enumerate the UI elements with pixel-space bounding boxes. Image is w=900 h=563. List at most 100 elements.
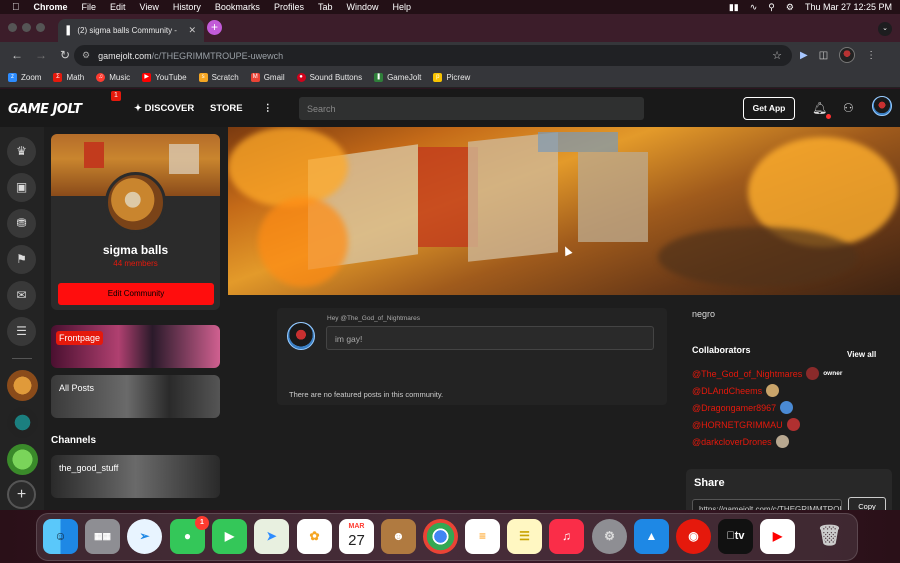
menu-edit[interactable]: Edit — [110, 2, 126, 12]
menubar-clock[interactable]: Thu Mar 27 12:25 PM — [805, 2, 892, 12]
chrome-icon[interactable] — [423, 519, 458, 554]
rail-community-3[interactable] — [7, 444, 38, 475]
collaborator-name[interactable]: @Dragongamer8967 — [692, 403, 776, 413]
channel-frontpage[interactable]: Frontpage — [51, 325, 220, 368]
profile-avatar[interactable] — [839, 47, 856, 63]
chrome-menu-icon[interactable]: ⋮ — [866, 50, 876, 61]
get-app-button[interactable]: Get App — [743, 97, 795, 120]
maps-icon[interactable]: ➤ — [254, 519, 289, 554]
notes-icon[interactable]: ☰ — [507, 519, 542, 554]
rail-chat-icon[interactable]: ✉ — [7, 281, 36, 310]
community-members-link[interactable]: 44 members — [51, 259, 220, 268]
bookmark-youtube[interactable]: ▶ YouTube — [142, 73, 187, 82]
messages-icon[interactable]: ● 1 — [170, 516, 209, 554]
bookmark-gmail[interactable]: M Gmail — [250, 73, 285, 82]
bookmark-picrew[interactable]: p Picrew — [433, 73, 470, 82]
bookmark-zoom[interactable]: z Zoom — [8, 73, 41, 82]
rail-library-icon[interactable]: ☰ — [7, 317, 36, 346]
add-community-icon[interactable]: + — [7, 480, 36, 509]
music-app-icon[interactable]: ♫ — [549, 519, 584, 554]
site-info-icon[interactable]: ⚙ — [82, 50, 90, 61]
bookmark-star-icon[interactable]: ☆ — [772, 49, 782, 62]
rail-discover-icon[interactable]: ♛ — [7, 137, 36, 166]
menu-view[interactable]: View — [140, 2, 159, 12]
gamejolt-logo[interactable]: GAME JOLT — [8, 102, 82, 117]
view-all-collaborators-link[interactable]: View all — [847, 350, 876, 359]
site-search-input[interactable]: Search — [299, 97, 644, 120]
youtube-app-icon[interactable]: ▶ — [760, 519, 795, 554]
channel-all-posts[interactable]: All Posts — [51, 375, 220, 418]
collaborator-name[interactable]: @HORNETGRIMMAU — [692, 420, 783, 430]
channel-the-good-stuff[interactable]: the_good_stuff — [51, 455, 220, 498]
contacts-icon[interactable]: ☻ — [381, 519, 416, 554]
finder-icon[interactable]: ☺ — [43, 519, 78, 554]
back-icon[interactable]: ← — [10, 48, 24, 62]
menu-tab[interactable]: Tab — [318, 2, 333, 12]
extensions-icon[interactable]: ◫ — [819, 50, 828, 61]
bookmark-scratch[interactable]: s Scratch — [198, 73, 239, 82]
browser-tab-active[interactable]: ❚ (2) sigma balls Community - ✕ — [58, 19, 204, 42]
reload-icon[interactable]: ↻ — [58, 48, 72, 62]
collaborator-item[interactable]: @DLAndCheems — [692, 384, 780, 397]
forward-icon[interactable]: → — [34, 48, 48, 62]
bookmark-music[interactable]: ♫ Music — [96, 73, 130, 82]
community-avatar[interactable] — [105, 172, 166, 233]
facetime-icon[interactable]: ▶ — [212, 519, 247, 554]
collaborator-name[interactable]: @DLAndCheems — [692, 386, 762, 396]
store-link[interactable]: STORE — [210, 103, 243, 114]
menu-help[interactable]: Help — [392, 2, 411, 12]
rail-community-sigma-balls[interactable] — [7, 370, 38, 401]
apple-tv-icon[interactable]: tv — [718, 519, 753, 554]
collaborator-item[interactable]: @darkcloverDrones — [692, 435, 789, 448]
more-menu-icon[interactable]: ⋮ — [263, 103, 273, 114]
bookmark-math[interactable]: Σ Math — [53, 73, 84, 82]
collaborator-item[interactable]: @The_God_of_Nightmares owner — [692, 367, 842, 380]
battery-icon[interactable]: ▮▮ — [729, 2, 739, 13]
tab-search-icon[interactable]: ⌄ — [878, 22, 892, 36]
menu-profiles[interactable]: Profiles — [274, 2, 304, 12]
media-play-icon[interactable]: ▶ — [800, 50, 808, 61]
friends-icon[interactable]: ⚇ — [843, 101, 854, 115]
share-url-field[interactable]: https://gamejolt.com/c/THEGRIMMTROUPE-uw… — [692, 499, 842, 510]
menu-window[interactable]: Window — [346, 2, 378, 12]
user-avatar[interactable] — [872, 96, 892, 116]
bookmark-sound-buttons[interactable]: ● Sound Buttons — [296, 73, 362, 82]
rail-store-icon[interactable]: ▣ — [7, 173, 36, 202]
ipad-app-icon[interactable]: ◉ — [676, 519, 711, 554]
bell-icon[interactable]: 🔔︎ — [812, 101, 827, 115]
trash-icon[interactable]: 🗑︎ — [812, 519, 847, 554]
menu-file[interactable]: File — [82, 2, 97, 12]
menu-bookmarks[interactable]: Bookmarks — [215, 2, 260, 12]
launchpad-icon[interactable]: ▦▦ — [85, 519, 120, 554]
wifi-icon[interactable]: ∿ — [750, 2, 758, 13]
window-close-icon[interactable] — [8, 23, 17, 32]
photos-icon[interactable]: ✿ — [297, 519, 332, 554]
control-center-icon[interactable]: ⚙ — [786, 2, 794, 13]
rail-backpack-icon[interactable]: ⛃ — [7, 209, 36, 238]
edit-community-button[interactable]: Edit Community — [58, 283, 214, 305]
collaborator-name[interactable]: @The_God_of_Nightmares — [692, 369, 802, 379]
system-settings-icon[interactable]: ⚙ — [592, 519, 627, 554]
collaborator-item[interactable]: @HORNETGRIMMAU — [692, 418, 800, 431]
post-input[interactable]: im gay! — [326, 326, 654, 350]
discover-link[interactable]: ✦ DISCOVER — [134, 103, 194, 114]
menu-app-name[interactable]: Chrome — [34, 2, 68, 12]
collaborator-name[interactable]: @darkcloverDrones — [692, 437, 772, 447]
tab-close-icon[interactable]: ✕ — [188, 25, 196, 36]
copy-button[interactable]: Copy — [848, 497, 886, 510]
menu-history[interactable]: History — [173, 2, 201, 12]
address-bar[interactable]: ⚙ gamejolt.com /c/THEGRIMMTROUPE-uwewch … — [74, 45, 792, 66]
new-tab-icon[interactable]: + — [207, 20, 222, 35]
collaborator-item[interactable]: @Dragongamer8967 — [692, 401, 794, 414]
window-minimize-icon[interactable] — [22, 23, 31, 32]
bookmark-gamejolt[interactable]: ❚ GameJolt — [374, 73, 421, 82]
rail-community-2[interactable] — [7, 407, 38, 438]
reminders-icon[interactable]: ≡ — [465, 519, 500, 554]
apple-menu-icon[interactable]:  — [12, 2, 20, 13]
search-icon[interactable]: ⚲ — [768, 2, 775, 13]
window-zoom-icon[interactable] — [36, 23, 45, 32]
calendar-icon[interactable]: MAR 27 — [339, 519, 374, 554]
rail-quests-icon[interactable]: ⚑ — [7, 245, 36, 274]
safari-icon[interactable]: ➢ — [127, 519, 162, 554]
app-store-icon[interactable]: ▲ — [634, 519, 669, 554]
